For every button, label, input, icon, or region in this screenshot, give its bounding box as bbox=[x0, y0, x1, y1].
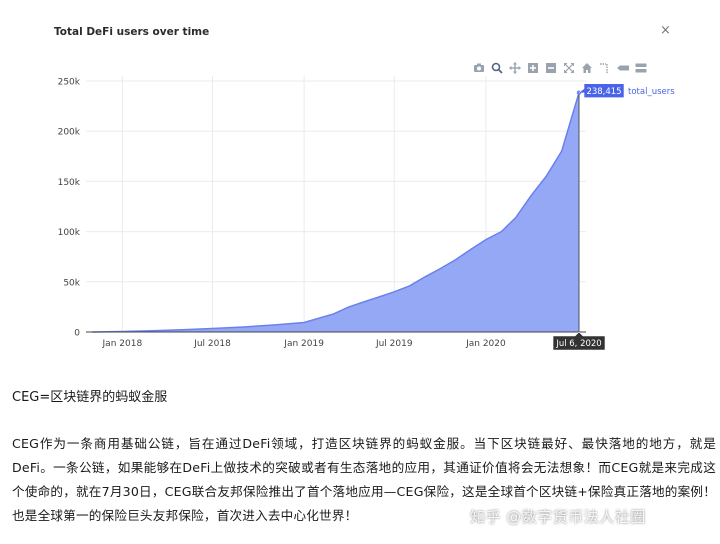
x-tick-label: Jan 2020 bbox=[465, 339, 506, 349]
chart-panel: Total DeFi users over time × 0 50k 100k … bbox=[36, 8, 690, 358]
x-tick-label: Jan 2019 bbox=[283, 339, 324, 349]
hover-series-label: total_users bbox=[628, 87, 675, 97]
series-area-total-users bbox=[91, 92, 580, 333]
area-chart[interactable]: 0 50k 100k 150k 200k 250k Jan 2018 Jul 2018 Jan … bbox=[36, 8, 690, 358]
hover-x-label: Jul 6, 2020 bbox=[555, 339, 601, 349]
hover-value-label: 238,415 bbox=[586, 87, 621, 97]
watermark: 知乎 @数字货币法人社圈 bbox=[470, 508, 646, 526]
y-tick-label: 250k bbox=[58, 78, 81, 88]
x-tick-label: Jul 2019 bbox=[375, 339, 413, 349]
x-tick-label: Jul 2018 bbox=[193, 339, 231, 349]
y-tick-label: 150k bbox=[58, 178, 81, 188]
y-tick-label: 200k bbox=[58, 128, 81, 138]
y-tick-label: 0 bbox=[74, 329, 80, 339]
y-tick-label: 50k bbox=[63, 278, 80, 288]
area-layer bbox=[91, 92, 580, 333]
article-caption: CEG=区块链界的蚂蚁金服 bbox=[12, 390, 168, 405]
x-tick-label: Jan 2018 bbox=[102, 339, 143, 349]
y-tick-label: 100k bbox=[58, 228, 81, 238]
